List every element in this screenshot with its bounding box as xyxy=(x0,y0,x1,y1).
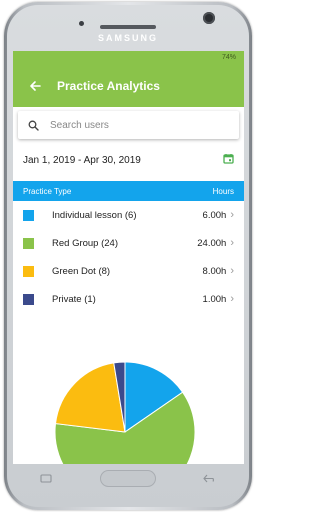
search-bar[interactable] xyxy=(18,111,239,139)
table-header: Practice Type Hours xyxy=(13,181,244,201)
battery-text: 74% xyxy=(221,54,236,61)
device-brand: SAMSUNG xyxy=(97,33,158,43)
search-input[interactable] xyxy=(48,118,222,132)
search-icon xyxy=(18,120,48,131)
proximity-sensor xyxy=(79,21,84,26)
calendar-icon[interactable] xyxy=(223,151,234,169)
column-header-hours: Hours xyxy=(212,186,234,196)
front-camera xyxy=(203,12,215,24)
hours-value: 6.00h xyxy=(202,209,227,221)
page-title: Practice Analytics xyxy=(57,79,160,93)
hours-value: 1.00h xyxy=(202,293,227,305)
list-item[interactable]: Private (1) 1.00h › xyxy=(13,285,244,313)
pie-slice xyxy=(54,362,126,433)
earpiece-speaker xyxy=(100,25,156,29)
column-header-type: Practice Type xyxy=(23,186,72,196)
chevron-right-icon: › xyxy=(230,293,234,305)
chevron-right-icon: › xyxy=(230,265,234,277)
chevron-right-icon: › xyxy=(230,209,234,221)
pie-chart xyxy=(54,361,196,464)
recent-apps-icon xyxy=(40,474,52,483)
back-key-icon xyxy=(203,474,214,483)
legend-swatch xyxy=(23,237,34,249)
hours-value: 24.00h xyxy=(197,237,227,249)
status-bar: 74% xyxy=(13,51,244,65)
legend-swatch xyxy=(23,293,34,305)
practice-type-label: Individual lesson (6) xyxy=(52,209,137,221)
arrow-back-icon xyxy=(30,81,41,91)
home-button[interactable] xyxy=(100,470,156,487)
practice-type-label: Green Dot (8) xyxy=(52,265,111,277)
hours-value: 8.00h xyxy=(202,265,227,277)
date-range-row[interactable]: Jan 1, 2019 - Apr 30, 2019 xyxy=(13,139,244,181)
practice-type-label: Red Group (24) xyxy=(52,237,119,249)
app-bar: Practice Analytics xyxy=(13,65,244,107)
list-item[interactable]: Green Dot (8) 8.00h › xyxy=(13,257,244,285)
chevron-right-icon: › xyxy=(230,237,234,249)
practice-type-list: Individual lesson (6) 6.00h › Red Group … xyxy=(13,201,244,313)
legend-swatch xyxy=(23,209,34,221)
legend-swatch xyxy=(23,265,34,277)
date-range-text: Jan 1, 2019 - Apr 30, 2019 xyxy=(23,154,141,166)
back-button[interactable] xyxy=(13,80,57,92)
app-screen: 74% Practice Analytics Jan 1, 2019 - Apr… xyxy=(13,51,244,464)
list-item[interactable]: Red Group (24) 24.00h › xyxy=(13,229,244,257)
practice-type-label: Private (1) xyxy=(52,293,96,305)
list-item[interactable]: Individual lesson (6) 6.00h › xyxy=(13,201,244,229)
